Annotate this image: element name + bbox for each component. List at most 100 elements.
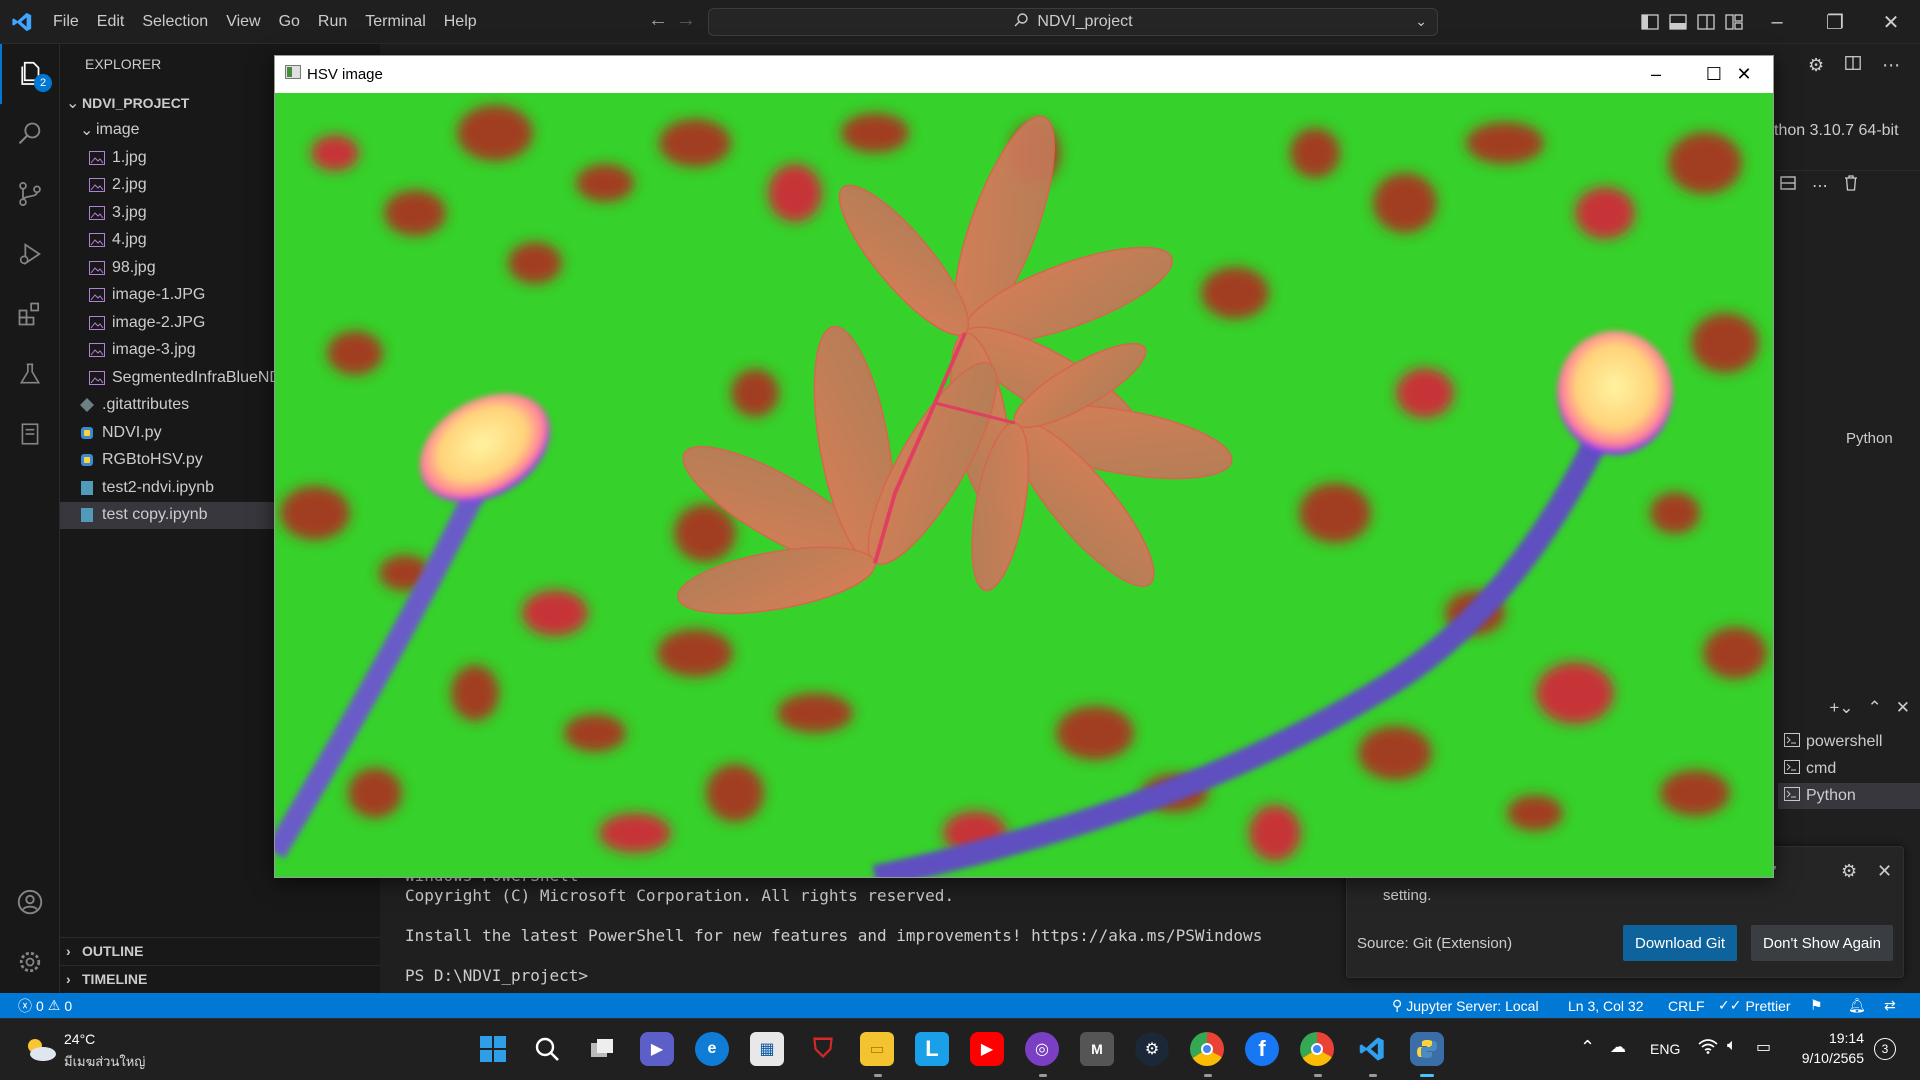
weather-cloud-icon[interactable] [22, 1035, 58, 1068]
account-icon[interactable] [0, 872, 60, 932]
jupyter-server-status[interactable]: ⚲ Jupyter Server: Local [1392, 993, 1539, 1018]
weather-temp[interactable]: 24°C [64, 1031, 95, 1047]
onedrive-error-icon[interactable]: ☁ [1610, 1037, 1626, 1057]
python-file-icon [78, 424, 96, 442]
edge-browser-icon[interactable]: e [695, 1032, 729, 1066]
wifi-icon[interactable] [1698, 1038, 1718, 1059]
run-debug-icon[interactable] [0, 224, 60, 284]
hsv-minimize-icon[interactable]: – [1627, 56, 1685, 93]
image-file-icon [88, 369, 106, 387]
command-center-search[interactable]: NDVI_project ⌄ [708, 8, 1438, 36]
terminal-item-powershell[interactable]: powershell [1784, 729, 1882, 755]
toggle-secondary-sidebar-icon[interactable] [1696, 12, 1716, 32]
split-cell-icon[interactable] [1780, 175, 1796, 196]
jupyter-icon[interactable] [0, 404, 60, 464]
back-arrow-icon[interactable]: ← [644, 9, 672, 32]
close-panel-icon[interactable]: ✕ [1896, 698, 1910, 718]
cursor-position[interactable]: Ln 3, Col 32 [1568, 993, 1644, 1018]
timeline-section[interactable]: › TIMELINE [60, 965, 380, 992]
chevron-down-icon[interactable]: ⌄ [1415, 13, 1427, 30]
running-indicator [1204, 1074, 1212, 1077]
feedback-icon[interactable]: ⚑ [1810, 993, 1823, 1018]
minimize-icon[interactable]: – [1748, 0, 1806, 44]
notifications-bell-icon[interactable]: 🔔︎ [1848, 993, 1866, 1018]
menu-file[interactable]: File [44, 0, 88, 44]
project-name: NDVI_PROJECT [82, 94, 190, 111]
customize-layout-icon[interactable] [1724, 12, 1744, 32]
file-explorer-icon[interactable]: ▭ [860, 1032, 894, 1066]
notification-count-badge[interactable]: 3 [1874, 1038, 1896, 1060]
notification-close-icon[interactable]: ✕ [1877, 861, 1892, 882]
facebook-icon[interactable]: f [1245, 1032, 1279, 1066]
battery-icon[interactable]: ▭ [1756, 1037, 1771, 1057]
clock-time[interactable]: 19:14 [1800, 1030, 1864, 1046]
teams-chat-icon[interactable]: ▶ [640, 1032, 674, 1066]
problems-indicator[interactable]: ⓧ 0 ⚠ 0 [18, 993, 72, 1018]
terminal-item-python[interactable]: Python [1778, 783, 1920, 809]
show-hidden-icons-chevron-up-icon[interactable]: ⌃ [1580, 1037, 1595, 1058]
terminal-item-cmd[interactable]: cmd [1784, 756, 1836, 782]
menu-view[interactable]: View [217, 0, 269, 44]
kernel-label[interactable]: thon 3.10.7 64-bit [1774, 122, 1899, 140]
image-file-icon [88, 149, 106, 167]
timeline-label: TIMELINE [82, 971, 148, 987]
search-icon[interactable] [0, 104, 60, 164]
testing-flask-icon[interactable] [0, 344, 60, 404]
restore-icon[interactable]: ❐ [1806, 0, 1864, 44]
task-view-icon[interactable] [585, 1032, 619, 1066]
chrome-icon[interactable] [1190, 1032, 1224, 1066]
line-ending[interactable]: CRLF [1668, 993, 1705, 1018]
extensions-icon[interactable] [0, 284, 60, 344]
chrome-profile-icon[interactable] [1300, 1032, 1334, 1066]
toggle-panel-icon[interactable] [1668, 12, 1688, 32]
menu-terminal[interactable]: Terminal [356, 0, 434, 44]
dont-show-again-button[interactable]: Don't Show Again [1751, 925, 1893, 961]
hsv-close-icon[interactable]: ✕ [1715, 56, 1773, 93]
menu-edit[interactable]: Edit [88, 0, 134, 44]
close-icon[interactable]: ✕ [1862, 0, 1920, 44]
new-terminal-plus-icon[interactable]: +⌄ [1829, 698, 1853, 718]
language-indicator[interactable]: ENG [1650, 1041, 1680, 1057]
hsv-window-titlebar[interactable]: HSV image – ☐ ✕ [275, 56, 1773, 93]
menu-selection[interactable]: Selection [133, 0, 217, 44]
microsoft-store-icon[interactable]: ▦ [750, 1032, 784, 1066]
live-share-icon[interactable]: ⇄ [1884, 993, 1896, 1018]
youtube-icon[interactable]: ▶ [970, 1032, 1004, 1066]
mcafee-shield-icon[interactable]: ⛉ [806, 1032, 840, 1066]
start-windows-icon[interactable] [476, 1032, 510, 1066]
prettier-status[interactable]: ✓✓ Prettier [1718, 993, 1791, 1018]
image-file-icon [88, 231, 106, 249]
menu-go[interactable]: Go [270, 0, 309, 44]
steam-icon[interactable]: ⚙ [1135, 1032, 1169, 1066]
taskbar-search-icon[interactable] [530, 1032, 564, 1066]
clock-date[interactable]: 9/10/2565 [1786, 1050, 1864, 1066]
menu-run[interactable]: Run [309, 0, 356, 44]
explorer-icon[interactable]: 2 [0, 44, 60, 104]
chevron-down-icon: ⌄ [80, 121, 94, 139]
forward-arrow-icon[interactable]: → [672, 9, 700, 32]
notification-settings-gear-icon[interactable]: ⚙ [1841, 861, 1857, 882]
terminal-output[interactable]: Windows PowerShellCopyright (C) Microsof… [405, 866, 1262, 986]
menu-help[interactable]: Help [435, 0, 486, 44]
manage-gear-icon[interactable] [0, 932, 60, 992]
more-actions-icon[interactable]: ⋯ [1882, 55, 1900, 76]
warning-count: 0 [64, 997, 73, 1014]
trash-icon[interactable] [1844, 175, 1858, 196]
volume-icon[interactable]: 🔈︎ [1727, 1037, 1737, 1055]
toggle-primary-sidebar-icon[interactable] [1640, 12, 1660, 32]
running-indicator [1039, 1074, 1047, 1077]
source-control-icon[interactable] [0, 164, 60, 224]
settings-gear-icon[interactable]: ⚙ [1808, 55, 1824, 76]
m-app-icon[interactable]: M [1080, 1032, 1114, 1066]
maximize-panel-icon[interactable]: ⌃ [1868, 698, 1882, 718]
download-git-button[interactable]: Download Git [1623, 925, 1738, 961]
github-desktop-icon[interactable]: ◎ [1025, 1032, 1059, 1066]
weather-desc[interactable]: มีเมฆส่วนใหญ่ [64, 1051, 145, 1072]
split-editor-icon[interactable] [1844, 54, 1862, 77]
more-icon[interactable]: ⋯ [1812, 176, 1828, 196]
outline-section[interactable]: › OUTLINE [60, 937, 380, 964]
line-app-icon[interactable]: L [915, 1032, 949, 1066]
hsv-image-window[interactable]: HSV image – ☐ ✕ [274, 55, 1774, 878]
vscode-taskbar-icon[interactable] [1355, 1032, 1389, 1066]
python-taskbar-icon[interactable] [1410, 1032, 1444, 1066]
